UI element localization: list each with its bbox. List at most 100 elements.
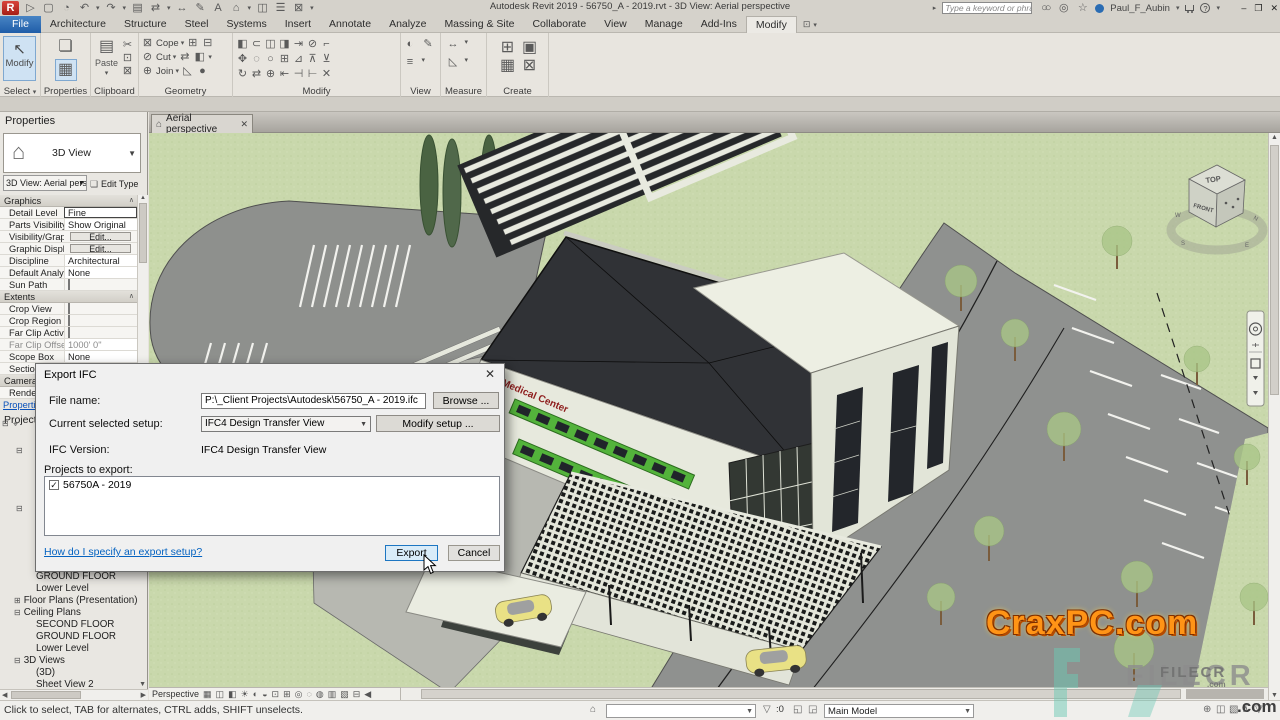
copy-clipboard-icon[interactable]: ⊡ bbox=[121, 52, 134, 64]
tree-item[interactable]: (3D) bbox=[0, 666, 148, 678]
project-checkbox[interactable]: ✓ bbox=[49, 480, 59, 490]
tree-item[interactable]: ⊟Ceiling Plans bbox=[0, 606, 148, 618]
far-clip-active-checkbox[interactable] bbox=[68, 327, 70, 338]
tab-modify[interactable]: Modify bbox=[746, 16, 797, 33]
tree-item[interactable]: SECOND FLOOR bbox=[0, 618, 148, 630]
trim-icon[interactable]: ⌐ bbox=[320, 38, 333, 52]
search-input[interactable]: Type a keyword or phrase bbox=[942, 2, 1032, 14]
projects-list[interactable]: ✓ 56750A - 2019 bbox=[44, 476, 500, 536]
constraints-icon[interactable]: ⊟ bbox=[353, 689, 361, 700]
close-view-icon[interactable]: ✕ bbox=[240, 119, 248, 130]
user-dropdown-icon[interactable]: ▾ bbox=[1176, 4, 1180, 12]
render-icon[interactable]: ◒ bbox=[262, 689, 267, 699]
visibility-edit-button[interactable]: Edit... bbox=[70, 232, 131, 241]
tab-architecture[interactable]: Architecture bbox=[41, 16, 115, 33]
cancel-button[interactable]: Cancel bbox=[448, 545, 500, 561]
close-button[interactable]: ✕ bbox=[1270, 3, 1278, 14]
tab-view[interactable]: View bbox=[595, 16, 636, 33]
dialog-close-icon[interactable]: ✕ bbox=[485, 367, 495, 381]
browse-button[interactable]: Browse ... bbox=[433, 392, 499, 409]
design-options-icon[interactable]: ◱ bbox=[793, 704, 802, 715]
offset-icon[interactable]: ⊂ bbox=[250, 38, 263, 52]
tab-addins[interactable]: Add-Ins bbox=[692, 16, 746, 33]
canvas-vscrollbar[interactable]: ▲ ▼ bbox=[1268, 133, 1280, 700]
array-icon[interactable]: ⊞ bbox=[278, 53, 291, 67]
scale-icon[interactable]: ▦ bbox=[203, 689, 212, 700]
offset2-icon[interactable]: ⇄ bbox=[250, 68, 263, 82]
cope-icon[interactable]: ⊠ bbox=[141, 37, 154, 49]
dimension-more-icon[interactable]: ▾ bbox=[465, 56, 481, 72]
detail-level-value[interactable]: Fine bbox=[64, 207, 137, 218]
tab-insert[interactable]: Insert bbox=[276, 16, 320, 33]
tree-expand-icon[interactable]: ⊟ bbox=[16, 447, 23, 455]
view-scale-label[interactable]: Perspective bbox=[152, 689, 199, 699]
dimension-icon[interactable]: ◺ bbox=[447, 56, 460, 72]
type-properties-icon[interactable]: ❏ bbox=[55, 37, 77, 57]
cut-label[interactable]: Cut bbox=[156, 52, 171, 63]
detail-level-icon[interactable]: ◫ bbox=[216, 689, 225, 700]
extend-icon[interactable]: ⇥ bbox=[292, 38, 305, 52]
compass-w[interactable]: W bbox=[1175, 213, 1181, 219]
design-option-dropdown[interactable]: Main Model▼ bbox=[824, 704, 974, 718]
default-analysis-value[interactable]: None bbox=[64, 267, 137, 278]
override-icon[interactable]: ✎ bbox=[422, 38, 435, 54]
user-avatar[interactable] bbox=[1095, 4, 1104, 13]
join2-icon[interactable]: ⊕ bbox=[264, 68, 277, 82]
paste-icon[interactable]: ▤ bbox=[96, 37, 118, 57]
paste-label[interactable]: Paste bbox=[95, 58, 118, 68]
create-group-icon[interactable]: ▣ bbox=[519, 38, 541, 54]
legend-component-icon[interactable]: ⊞ bbox=[497, 38, 519, 54]
panel-label-select[interactable]: Select ▾ bbox=[0, 86, 40, 97]
create-similar-icon[interactable]: ▦ bbox=[497, 56, 519, 72]
tab-manage[interactable]: Manage bbox=[636, 16, 692, 33]
setup-dropdown[interactable]: IFC4 Design Transfer View▼ bbox=[201, 416, 371, 432]
project-list-item[interactable]: ✓ 56750A - 2019 bbox=[45, 477, 499, 491]
tree-item[interactable]: GROUND FLOOR bbox=[0, 630, 148, 642]
mirror-draw-icon[interactable]: ◨ bbox=[278, 38, 291, 52]
navigation-bar[interactable] bbox=[1247, 311, 1264, 406]
parts-visibility-value[interactable]: Show Original bbox=[64, 219, 137, 230]
scroll-left-icon[interactable]: ◀ bbox=[2, 691, 7, 699]
modify-tool-button[interactable]: ↖ Modify bbox=[3, 36, 36, 81]
tree-item[interactable]: Lower Level bbox=[0, 582, 148, 594]
crop-region-icon[interactable]: ⊞ bbox=[283, 689, 291, 700]
align-icon[interactable]: ◧ bbox=[236, 38, 249, 52]
beam-icon[interactable]: ◺ bbox=[181, 65, 194, 77]
press-drag-icon[interactable]: ◫ bbox=[1216, 704, 1225, 715]
demolish-icon[interactable]: ● bbox=[196, 65, 209, 77]
tab-steel[interactable]: Steel bbox=[176, 16, 218, 33]
type-selector-dropdown-icon[interactable]: ▼ bbox=[128, 149, 136, 158]
browser-hscrollbar[interactable]: ◀ ▶ bbox=[0, 689, 148, 700]
scale-icon[interactable]: ⊿ bbox=[292, 53, 305, 67]
cut-clipboard-icon[interactable]: ✂ bbox=[121, 39, 134, 51]
tree-expand-icon[interactable]: ⊟ bbox=[16, 505, 23, 513]
delete-icon[interactable]: ✕ bbox=[320, 68, 333, 82]
sun-path-icon[interactable]: ☀ bbox=[241, 689, 249, 700]
join-icon[interactable]: ⊕ bbox=[141, 65, 154, 77]
visual-style-icon[interactable]: ◧ bbox=[228, 689, 237, 700]
linework-icon[interactable]: ≡ bbox=[404, 56, 417, 72]
help-dropdown-icon[interactable]: ▾ bbox=[1216, 4, 1220, 12]
tab-structure[interactable]: Structure bbox=[115, 16, 176, 33]
compass-e[interactable]: E bbox=[1245, 243, 1249, 249]
match-type-icon[interactable]: ⊠ bbox=[121, 65, 134, 77]
edit-type-button[interactable]: ❏Edit Type bbox=[89, 175, 141, 191]
search-binoculars-icon[interactable]: ○○ bbox=[1038, 2, 1051, 14]
view-filter-dropdown[interactable]: 3D View: Aerial persp▼ bbox=[3, 175, 87, 191]
tab-analyze[interactable]: Analyze bbox=[380, 16, 435, 33]
worksets-icon[interactable]: ⌂ bbox=[590, 704, 596, 715]
tab-collaborate[interactable]: Collaborate bbox=[523, 16, 595, 33]
cart-icon[interactable] bbox=[1185, 5, 1194, 11]
hide-icon[interactable]: ◐ bbox=[404, 38, 417, 54]
match-icon[interactable]: ⊢ bbox=[306, 68, 319, 82]
canvas-hscrollbar[interactable] bbox=[401, 687, 1268, 700]
tree-expand-icon[interactable]: ⊟ bbox=[2, 420, 9, 428]
restore-button[interactable]: ❐ bbox=[1254, 3, 1262, 14]
tree-item[interactable]: ⊟3D Views bbox=[0, 654, 148, 666]
tree-collapse-icon[interactable]: ⊟ bbox=[14, 608, 21, 617]
create-assembly-icon[interactable]: ⊠ bbox=[519, 56, 541, 72]
graphic-display-edit-button[interactable]: Edit... bbox=[70, 244, 131, 253]
tree-item[interactable]: Lower Level bbox=[0, 642, 148, 654]
shadows-icon[interactable]: ◐ bbox=[253, 689, 258, 699]
split-icon[interactable]: ⊘ bbox=[306, 38, 319, 52]
